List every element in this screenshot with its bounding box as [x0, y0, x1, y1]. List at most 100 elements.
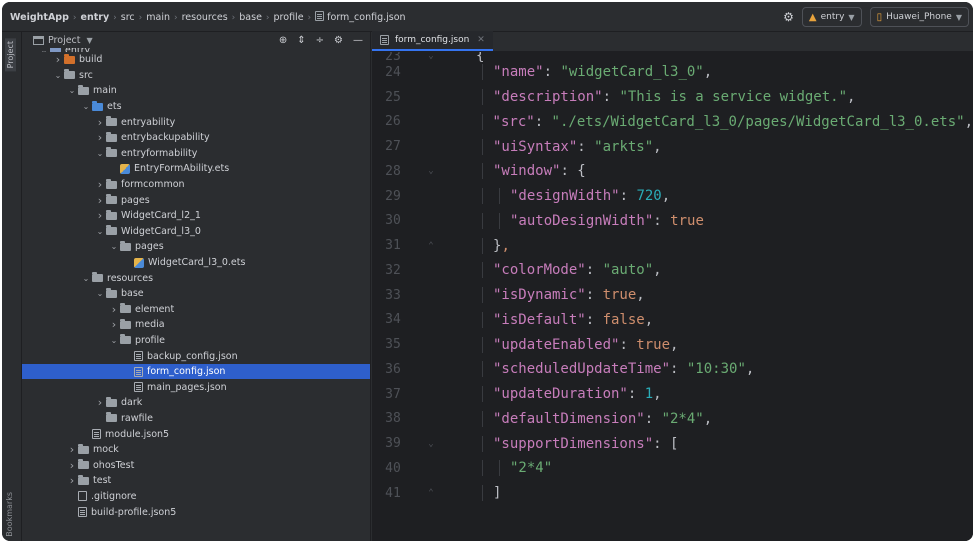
code-token: "isDefault": [493, 311, 586, 328]
settings-gear-icon[interactable]: ⚙: [783, 10, 794, 24]
tree-item[interactable]: ⌄ WidgetCard_l3_0: [22, 224, 370, 240]
chevron-right-icon[interactable]: ›: [94, 209, 106, 222]
close-tab-icon[interactable]: ✕: [477, 35, 485, 45]
breadcrumb-item-file[interactable]: form_config.json: [327, 12, 405, 23]
fold-close-icon[interactable]: ⌃: [414, 488, 448, 498]
code-token: "defaultDimension": [493, 410, 645, 427]
tree-item[interactable]: WidgetCard_l3_0.ets: [22, 255, 370, 271]
code-token: "window": [493, 163, 561, 180]
chevron-down-icon[interactable]: ⌄: [108, 242, 120, 251]
fold-open-icon[interactable]: ⌄: [414, 166, 448, 176]
breadcrumb-item[interactable]: base: [239, 12, 262, 23]
chevron-right-icon[interactable]: ›: [52, 53, 64, 66]
chevron-right-icon[interactable]: ›: [108, 303, 120, 316]
tree-item[interactable]: › mock: [22, 442, 370, 458]
chevron-right-icon[interactable]: ›: [94, 131, 106, 144]
chevron-right-icon[interactable]: ›: [94, 178, 106, 191]
code-token: "2*4": [661, 410, 704, 427]
tree-item[interactable]: › dark: [22, 395, 370, 411]
chevron-down-icon[interactable]: ⌄: [80, 102, 92, 111]
chevron-down-icon[interactable]: ⌄: [80, 274, 92, 283]
tree-item[interactable]: .gitignore: [22, 489, 370, 505]
chevron-right-icon[interactable]: ›: [66, 474, 78, 487]
tree-item[interactable]: ⌄ base: [22, 286, 370, 302]
editor-tab-form-config[interactable]: form_config.json ✕: [372, 31, 493, 51]
tree-item[interactable]: › entryability: [22, 114, 370, 130]
tree-item[interactable]: › build: [22, 52, 370, 68]
locate-file-icon[interactable]: ⊕: [279, 35, 287, 46]
code-line: 28 ⌄ "window": {: [372, 159, 973, 184]
tree-item[interactable]: ⌄ resources: [22, 270, 370, 286]
chevron-right-icon[interactable]: ›: [66, 443, 78, 456]
fold-open-icon[interactable]: ⌄: [414, 439, 448, 449]
tree-item[interactable]: ⌄ profile: [22, 333, 370, 349]
tree-item[interactable]: rawfile: [22, 411, 370, 427]
options-gear-icon[interactable]: ⚙: [334, 35, 343, 46]
ide-window: WeightApp › entry › src › main › resources › base ›…: [2, 2, 973, 541]
chevron-right-icon[interactable]: ›: [66, 459, 78, 472]
bookmarks-tool-button[interactable]: Bookmarks: [5, 492, 14, 537]
code-content: "name": "widgetCard_l3_0",: [448, 64, 713, 81]
tree-item[interactable]: form_config.json: [22, 363, 370, 380]
tree-item[interactable]: › test: [22, 473, 370, 489]
chevron-down-icon[interactable]: ▼: [87, 36, 93, 45]
chevron-down-icon: ▼: [955, 12, 962, 22]
tree-item[interactable]: ⌄ ets: [22, 99, 370, 115]
breadcrumb-item[interactable]: resources: [182, 12, 228, 23]
tree-item[interactable]: › entrybackupability: [22, 130, 370, 146]
expand-all-icon[interactable]: ⇕: [297, 35, 305, 46]
code-token: ,: [703, 64, 713, 81]
code-line: 26 "src": "./ets/WidgetCard_l3_0/pages/Wi…: [372, 110, 973, 135]
breadcrumb-item[interactable]: profile: [274, 12, 304, 23]
chevron-right-icon[interactable]: ›: [108, 318, 120, 331]
tree-item[interactable]: backup_config.json: [22, 348, 370, 364]
chevron-down-icon[interactable]: ⌄: [66, 86, 78, 95]
tree-item[interactable]: ⌄ main: [22, 83, 370, 99]
tree-item[interactable]: › ohosTest: [22, 457, 370, 473]
chevron-down-icon[interactable]: ⌄: [94, 289, 106, 298]
tree-item[interactable]: main_pages.json: [22, 379, 370, 395]
tree-item[interactable]: ⌄ pages: [22, 239, 370, 255]
chevron-right-icon[interactable]: ›: [94, 194, 106, 207]
editor-tab-label: form_config.json: [395, 35, 470, 45]
code-editor: form_config.json ✕ 23 ⌄{24 "name": "widget…: [372, 31, 973, 541]
tree-item[interactable]: › WidgetCard_l2_1: [22, 208, 370, 224]
device-selector[interactable]: ▯ Huawei_Phone ▼: [869, 7, 969, 27]
hide-panel-icon[interactable]: —: [353, 35, 363, 46]
chevron-down-icon[interactable]: ⌄: [94, 149, 106, 158]
module-selector[interactable]: ▲ entry ▼: [801, 7, 862, 27]
tree-item[interactable]: build-profile.json5: [22, 504, 370, 520]
chevron-right-icon[interactable]: ›: [94, 396, 106, 409]
code-token: "updateDuration": [493, 386, 628, 403]
chevron-down-icon[interactable]: ⌄: [94, 227, 106, 236]
collapse-all-icon[interactable]: ÷: [316, 35, 324, 46]
code-token: true: [670, 212, 704, 229]
folder-icon: [106, 396, 117, 407]
chevron-down-icon[interactable]: ⌄: [108, 336, 120, 345]
tree-item[interactable]: module.json5: [22, 426, 370, 442]
tree-item-label: backup_config.json: [147, 350, 238, 362]
code-area[interactable]: 23 ⌄{24 "name": "widgetCard_l3_0", 25 "descr…: [372, 52, 973, 541]
project-tool-button[interactable]: Project: [5, 38, 16, 72]
tree-item[interactable]: › pages: [22, 192, 370, 208]
breadcrumb-item-module[interactable]: entry: [81, 12, 110, 23]
tree-item[interactable]: ⌄ src: [22, 68, 370, 84]
chevron-right-icon[interactable]: ›: [94, 116, 106, 129]
folder-icon: [106, 194, 117, 205]
tree-item[interactable]: › element: [22, 302, 370, 318]
fold-close-icon[interactable]: ⌃: [414, 241, 448, 251]
tree-item[interactable]: › media: [22, 317, 370, 333]
folder-icon: [78, 84, 89, 95]
tree-item-label: form_config.json: [147, 366, 226, 378]
project-view-selector[interactable]: Project: [48, 35, 81, 46]
breadcrumb-item[interactable]: src: [121, 12, 135, 23]
json-file-icon: [315, 10, 325, 21]
tree-item[interactable]: ⌄ entryformability: [22, 146, 370, 162]
breadcrumb-item[interactable]: main: [146, 12, 170, 23]
tree-item[interactable]: › formcommon: [22, 177, 370, 193]
line-number: 34: [385, 312, 401, 328]
breadcrumb-item-project[interactable]: WeightApp: [10, 12, 69, 23]
chevron-down-icon[interactable]: ⌄: [52, 71, 64, 80]
tree-item[interactable]: EntryFormAbility.ets: [22, 161, 370, 177]
json-file-icon: [78, 507, 87, 518]
